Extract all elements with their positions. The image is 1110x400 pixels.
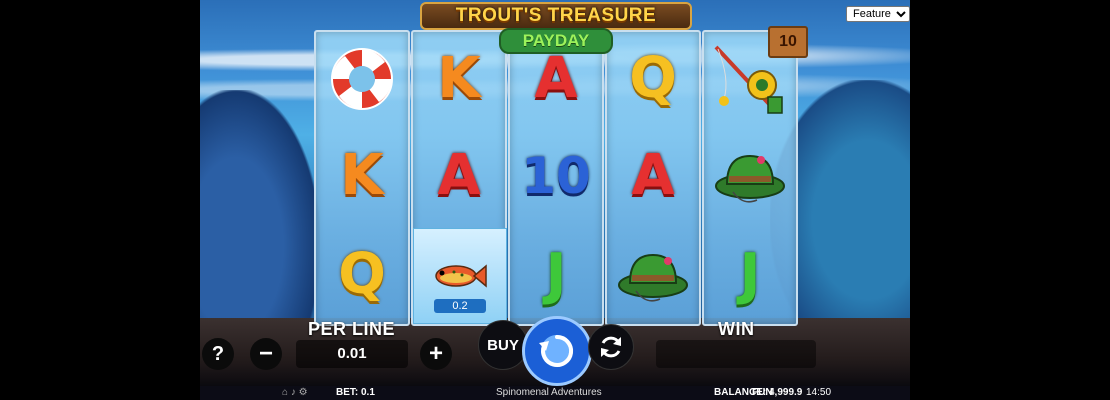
symbol-k: K [316,129,408,223]
status-bar: ⌂ ♪ ⚙ BET: 0.1 Spinomenal Adventures BAL… [200,386,910,400]
win-value-field [656,340,816,368]
symbol-a-label: A [437,143,481,208]
game-logo: TROUT'S TREASURE PAYDAY [418,2,694,54]
reel-3: A 10 J [508,30,604,326]
bet-display: BET: 0.1 [336,387,375,398]
symbol-q-label: Q [629,46,677,111]
help-button[interactable]: ? [202,338,234,370]
symbol-j: J [510,228,602,322]
symbol-10-label: 10 [521,147,591,205]
symbol-a-label: A [534,46,578,111]
spin-icon [539,334,574,367]
buy-button[interactable]: BUY [478,320,528,370]
winning-fish-symbol: 0.2 [413,228,507,324]
fishing-hat-icon [607,228,699,322]
symbol-a-label: A [631,143,675,208]
symbol-q: Q [316,228,408,322]
lifebuoy-icon [316,32,408,126]
symbol-k-label: K [437,46,481,111]
win-label: WIN [718,319,755,339]
features-dropdown[interactable]: Features [846,6,910,22]
home-icon[interactable]: ⌂ ♪ ⚙ [282,386,308,400]
mode-display: FUN [752,387,773,398]
symbol-10: 10 [510,129,602,223]
decrease-bet-button[interactable]: − [250,338,282,370]
reel-4: Q A [605,30,701,326]
symbol-a: A [607,129,699,223]
autoplay-icon [601,336,621,358]
symbol-j-label: J [739,242,761,307]
autoplay-button[interactable] [588,324,634,370]
per-line-value: 0.01 [296,340,408,368]
fish-icon [435,264,487,288]
fishing-hat-icon [704,129,796,223]
game-subtitle: PAYDAY [499,28,613,54]
provider-name: Spinomenal Adventures [496,387,602,398]
reel-1: K Q [314,30,410,326]
reel-2: K A 0.2 [411,30,507,326]
per-line-label: PER LINE [308,319,396,339]
reel-5: J [702,30,798,326]
symbol-k-label: K [340,143,384,208]
symbol-j-label: J [545,242,567,307]
increase-bet-button[interactable]: + [420,338,452,370]
rock-left [200,90,320,350]
game-title: TROUT'S TREASURE [420,2,692,30]
symbol-a: A [413,129,505,223]
spin-button[interactable] [522,316,592,386]
multiplier-badge: 10 [768,26,808,58]
symbol-j: J [704,228,796,322]
symbol-q-label: Q [338,242,386,307]
symbol-win-value: 0.2 [434,299,486,313]
clock-display: 14:50 [806,387,832,398]
